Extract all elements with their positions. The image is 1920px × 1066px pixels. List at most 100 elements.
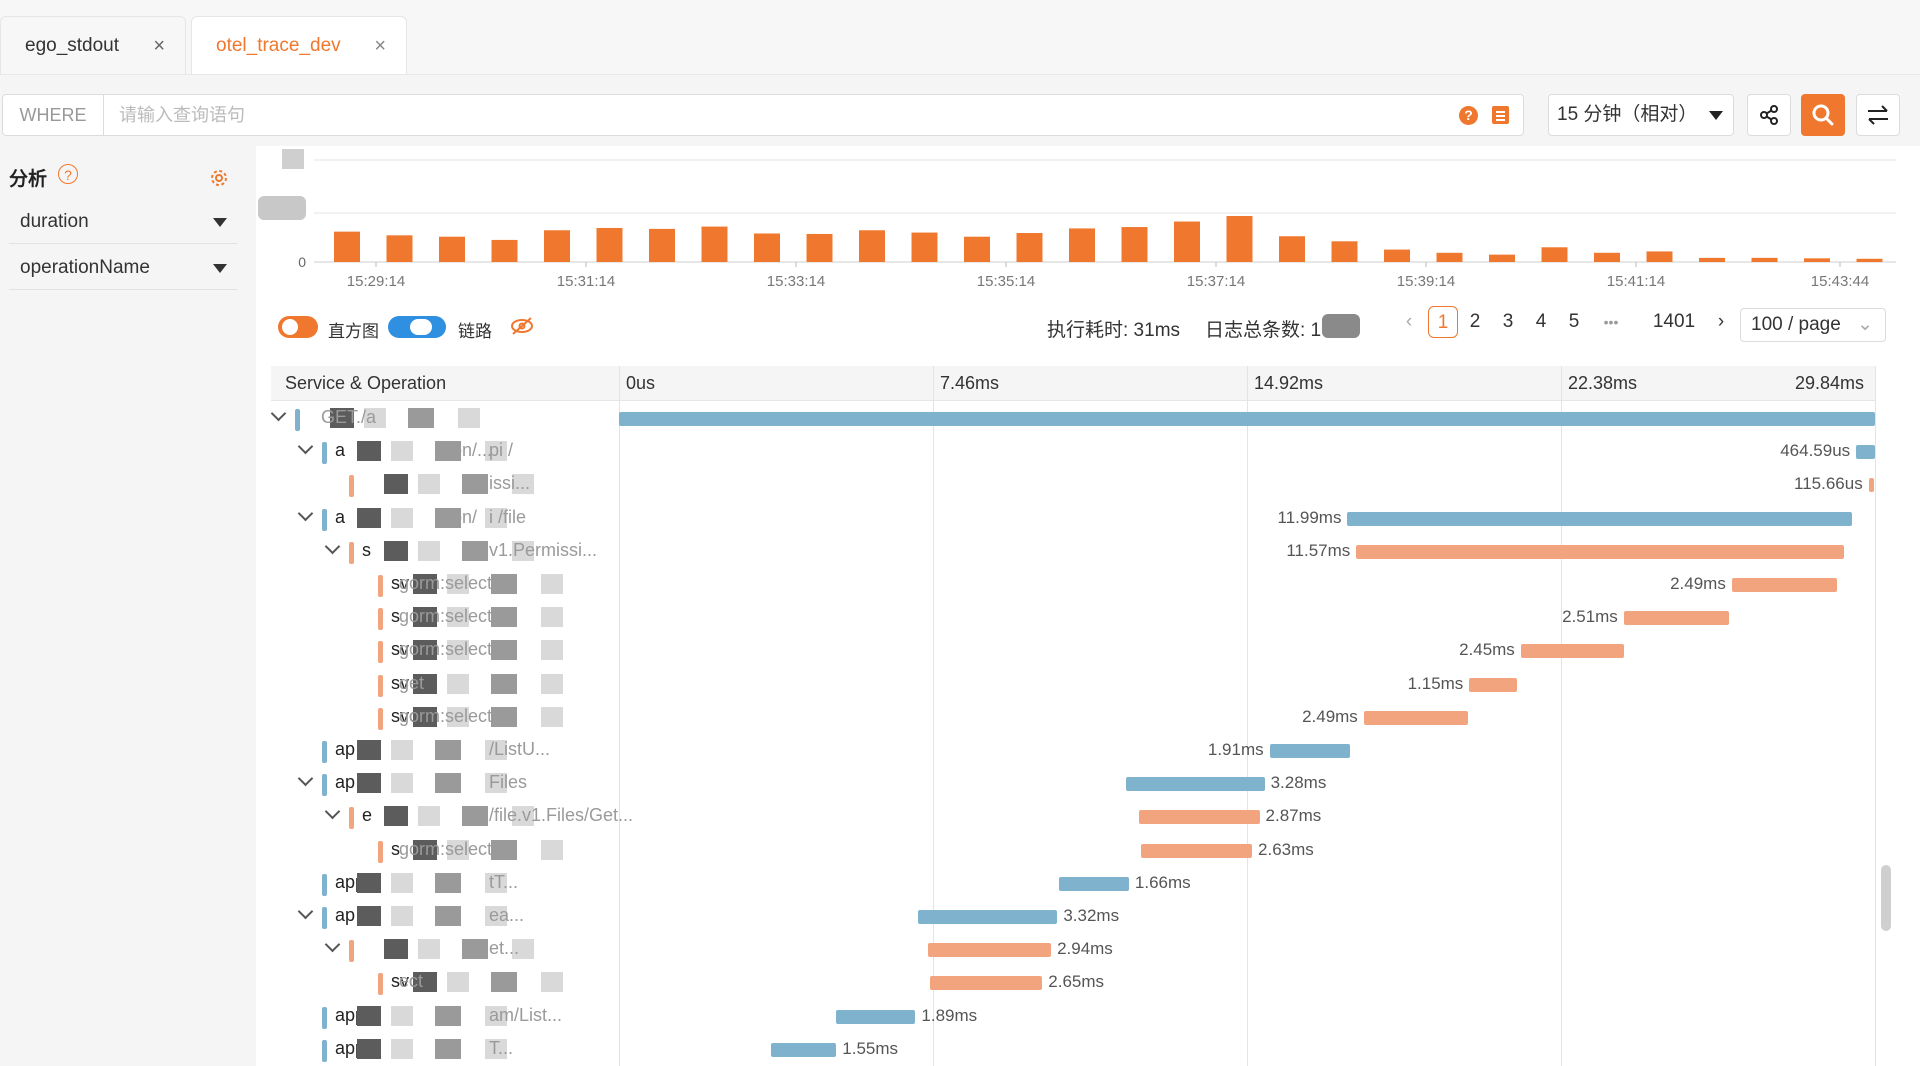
histogram-bar[interactable]	[1646, 251, 1673, 262]
histogram-bar[interactable]	[491, 239, 518, 262]
histogram-bar[interactable]	[859, 230, 885, 262]
span-bar[interactable]	[1356, 544, 1844, 559]
histogram-bar[interactable]	[1751, 257, 1778, 262]
chevron-down-icon[interactable]	[297, 770, 314, 787]
page-3[interactable]: 3	[1496, 306, 1520, 338]
histogram-bar[interactable]	[806, 233, 833, 262]
trace-row[interactable]: et... 2.94ms	[271, 933, 1876, 966]
histogram-bar[interactable]	[1174, 221, 1200, 262]
trace-row[interactable]: ap/ListU... 1.91ms	[271, 734, 1876, 767]
span-bar[interactable]	[930, 976, 1043, 991]
help-icon[interactable]: ?	[1459, 106, 1478, 125]
trace-row[interactable]: issi... 115.66us	[271, 468, 1876, 501]
histogram-bar[interactable]	[1856, 258, 1883, 262]
close-icon[interactable]: ×	[374, 17, 386, 75]
span-bar[interactable]	[1126, 777, 1265, 792]
switch-button[interactable]	[1856, 94, 1900, 136]
page-last[interactable]: 1401	[1646, 306, 1702, 338]
histogram-bar[interactable]	[1069, 228, 1095, 262]
trace-row[interactable]: e/file.v1.Files/Get... 2.87ms	[271, 800, 1876, 833]
eye-off-icon[interactable]	[510, 316, 534, 336]
trace-row[interactable]: svc gorm:select 2.49ms	[271, 701, 1876, 734]
span-bar[interactable]	[770, 1042, 837, 1057]
histogram-bar[interactable]	[754, 233, 780, 262]
page-5[interactable]: 5	[1562, 306, 1586, 338]
trace-row[interactable]: app-tT... 1.66ms	[271, 867, 1876, 900]
trace-row[interactable]: sv gorm:select 2.45ms	[271, 634, 1876, 667]
trace-row[interactable]: svc ect 2.65ms	[271, 966, 1876, 999]
trace-toggle[interactable]	[388, 316, 446, 338]
histogram-bar[interactable]	[1489, 254, 1515, 262]
page-2[interactable]: 2	[1463, 306, 1487, 338]
chevron-down-icon[interactable]	[297, 505, 314, 521]
page-4[interactable]: 4	[1529, 306, 1553, 338]
span-bar[interactable]	[1868, 478, 1874, 493]
histogram-bar[interactable]	[544, 230, 570, 262]
chevron-down-icon[interactable]	[324, 538, 341, 555]
histogram-bar[interactable]	[1699, 257, 1725, 262]
chevron-down-icon[interactable]	[297, 903, 314, 920]
span-bar[interactable]	[1856, 445, 1875, 460]
histogram-bar[interactable]	[964, 236, 990, 262]
histogram-bar[interactable]	[1016, 233, 1043, 262]
trace-row[interactable]: sv get 1.15ms	[271, 668, 1876, 701]
trace-row[interactable]: s v1.Permissi... 11.57ms	[271, 535, 1876, 568]
trace-row[interactable]: GET./a	[270, 402, 1876, 435]
chevron-down-icon[interactable]	[297, 438, 314, 455]
histogram-bar[interactable]	[596, 227, 623, 262]
histogram-bar[interactable]	[1226, 216, 1253, 262]
span-bar[interactable]	[1623, 611, 1730, 626]
histogram-bar[interactable]	[1384, 249, 1410, 262]
tab-otel-trace-dev[interactable]: otel_trace_dev ×	[191, 16, 407, 74]
tab-ego-stdout[interactable]: ego_stdout ×	[0, 16, 186, 74]
histogram-bar[interactable]	[439, 236, 465, 262]
histogram-bar[interactable]	[1331, 241, 1358, 262]
query-input[interactable]: 请输入查询语句	[119, 95, 245, 135]
histogram-bar[interactable]	[334, 231, 360, 262]
histogram-bar[interactable]	[911, 232, 938, 262]
chevron-down-icon[interactable]	[270, 405, 287, 422]
share-button[interactable]	[1747, 94, 1791, 136]
list-icon[interactable]	[1492, 106, 1509, 124]
scrollbar-thumb[interactable]	[1881, 865, 1891, 931]
span-bar[interactable]	[1138, 810, 1260, 825]
histogram-bar[interactable]	[1121, 227, 1148, 262]
next-page-icon[interactable]: ›	[1712, 306, 1730, 338]
span-bar[interactable]	[1731, 578, 1838, 592]
trace-row[interactable]: sv gorm:select 2.49ms	[271, 568, 1876, 601]
span-bar[interactable]	[1520, 644, 1624, 659]
trace-row[interactable]: ap ea... 3.32ms	[271, 900, 1876, 933]
trace-row[interactable]: s gorm:select 2.63ms	[271, 834, 1876, 867]
histogram-bar[interactable]	[649, 228, 675, 262]
trace-row[interactable]: ap Files 3.28ms	[271, 767, 1876, 800]
page-1[interactable]: 1	[1428, 306, 1458, 338]
trace-row[interactable]: app am/List... 1.89ms	[271, 1000, 1876, 1033]
span-bar[interactable]	[1269, 744, 1350, 758]
histogram-bar[interactable]	[701, 226, 728, 262]
field-operation-name[interactable]: operationName	[9, 246, 237, 290]
histogram-bar[interactable]	[1541, 247, 1568, 262]
prev-page-icon[interactable]: ‹	[1400, 306, 1418, 338]
help-icon[interactable]: ?	[58, 164, 78, 184]
close-icon[interactable]: ×	[153, 17, 165, 75]
histogram-bar[interactable]	[1804, 258, 1830, 262]
span-bar[interactable]	[1058, 876, 1129, 891]
histogram-bar[interactable]	[1594, 252, 1620, 262]
histogram-toggle[interactable]	[278, 316, 318, 338]
histogram-bar[interactable]	[1279, 236, 1305, 262]
trace-row[interactable]: a pi / sion/... 464.59us	[271, 435, 1876, 468]
histogram-bar[interactable]	[386, 235, 413, 262]
span-bar[interactable]	[1469, 677, 1518, 692]
trace-row[interactable]: app T... 1.55ms	[271, 1033, 1876, 1066]
chevron-down-icon[interactable]	[324, 936, 341, 953]
span-bar[interactable]	[1363, 710, 1469, 725]
more-pages-icon[interactable]: •••	[1596, 306, 1626, 338]
chevron-down-icon[interactable]	[324, 804, 341, 820]
search-button[interactable]	[1801, 94, 1845, 136]
field-duration[interactable]: duration	[9, 200, 237, 244]
span-bar[interactable]	[619, 412, 1875, 426]
span-bar[interactable]	[917, 910, 1058, 924]
trace-row[interactable]: a i /file sion/11.99ms	[271, 502, 1876, 535]
page-size-select[interactable]: 100 / page ⌄	[1740, 308, 1886, 342]
time-range-select[interactable]: 15 分钟（相对）	[1548, 94, 1734, 136]
